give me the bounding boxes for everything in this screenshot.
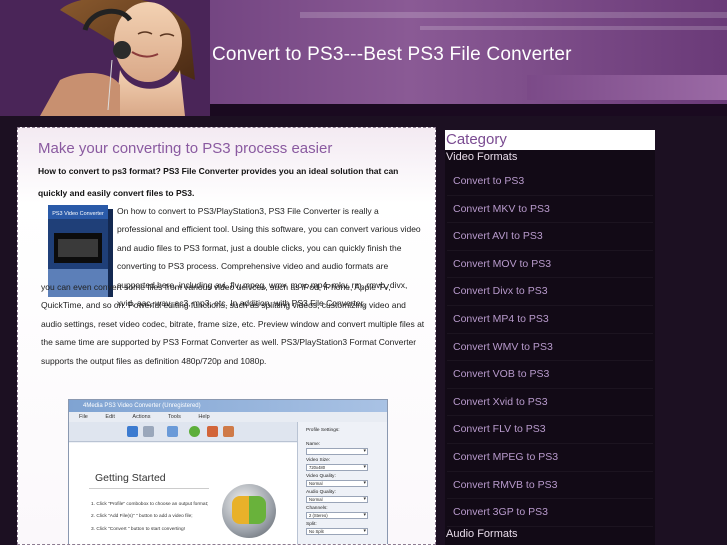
app-screenshot-titlebar: 4Media PS3 Video Converter (Unregistered… [69,400,387,412]
main-content: Make your converting to PS3 process easi… [17,127,436,545]
split-label: Split: [306,522,317,527]
list-item: Convert VOB to PS3 [447,361,653,389]
site-header: Convert to PS3---Best PS3 File Converter [0,0,727,116]
sidebar-link-vob[interactable]: Convert VOB to PS3 [447,361,653,388]
product-box-label: PS3 Video Converter [52,211,104,217]
profile-settings-label: Profile Settings: [306,428,340,433]
list-item: Convert MP4 to PS3 [447,306,653,334]
sidebar-link-rmvb[interactable]: Convert RMVB to PS3 [447,472,653,499]
video-size-label: Video Size: [306,458,331,463]
article-heading: Make your converting to PS3 process easi… [38,140,333,157]
sidebar-link-flv[interactable]: Convert FLV to PS3 [447,416,653,443]
channels-field: 2 (Stereo) [306,512,368,519]
sidebar-link-mp4[interactable]: Convert MP4 to PS3 [447,306,653,333]
split-field: No Split [306,528,368,535]
add-file-icon [127,426,138,437]
sidebar-link-wmv[interactable]: Convert WMV to PS3 [447,334,653,361]
article-intro: How to convert to ps3 format? PS3 File C… [38,166,399,198]
header-woman-photo [0,0,210,116]
converter-logo-icon [222,484,276,538]
audio-quality-field: Normal [306,496,368,503]
pause-icon [223,426,234,437]
video-formats-heading: Video Formats [446,151,518,163]
app-screenshot-menubar: File Edit Actions Tools Help [69,412,387,422]
sidebar-link-avi[interactable]: Convert AVI to PS3 [447,223,653,250]
list-item: Convert WMV to PS3 [447,334,653,362]
list-item: Convert Xvid to PS3 [447,389,653,417]
logo-arrow-right [249,496,266,524]
sidebar-link-mov[interactable]: Convert MOV to PS3 [447,251,653,278]
list-item: Convert to PS3 [447,168,653,196]
getting-started-step: 2. Click "Add File(s)" " button to add a… [91,514,193,519]
app-screenshot-toolbar [69,422,297,442]
getting-started-divider [89,488,209,489]
audio-quality-label: Audio Quality: [306,490,336,495]
name-field [306,448,368,455]
page: Convert to PS3---Best PS3 File Converter… [0,0,727,545]
logo-arrow-left [232,496,249,524]
getting-started-step: 3. Click "Convert " button to start conv… [91,527,186,532]
app-screenshot-canvas: Getting Started 1. Click "Profile" combo… [69,443,297,544]
category-heading: Category [445,130,655,150]
app-menu-item: Actions [132,414,151,420]
audio-formats-heading: Audio Formats [446,528,518,540]
app-menu-item: Edit [105,414,115,420]
getting-started-title: Getting Started [95,472,166,484]
video-quality-field: Normal [306,480,368,487]
list-item: Convert RMVB to PS3 [447,472,653,500]
name-label: Name: [306,442,321,447]
list-item: Convert 3GP to PS3 [447,499,653,527]
sidebar-link-3gp[interactable]: Convert 3GP to PS3 [447,499,653,526]
list-item: Convert MKV to PS3 [447,196,653,224]
category-sidebar: Category Video Formats Convert to PS3 Co… [445,130,655,545]
article-paragraph-bottom: you can even convert some files from var… [41,282,425,366]
app-menu-item: File [79,414,88,420]
video-quality-label: Video Quality: [306,474,336,479]
list-item: Convert MOV to PS3 [447,251,653,279]
header-stripe [420,26,727,30]
stop-icon [207,426,218,437]
sidebar-link-mkv[interactable]: Convert MKV to PS3 [447,196,653,223]
category-link-list: Convert to PS3 Convert MKV to PS3 Conver… [445,168,655,527]
remove-icon [143,426,154,437]
sidebar-link-divx[interactable]: Convert Divx to PS3 [447,278,653,305]
header-blocks [527,75,727,100]
app-screenshot-profile-panel: Profile Settings: Name: Video Size: 720x… [297,422,387,544]
app-screenshot: 4Media PS3 Video Converter (Unregistered… [68,399,388,544]
clip-icon [167,426,178,437]
site-title: Convert to PS3---Best PS3 File Converter [212,44,572,65]
app-menu-item: Help [198,414,210,420]
app-menu-item: Tools [168,414,181,420]
channels-label: Channels: [306,506,328,511]
sidebar-link-convert-to-ps3[interactable]: Convert to PS3 [447,168,653,195]
list-item: Convert MPEG to PS3 [447,444,653,472]
list-item: Convert Divx to PS3 [447,278,653,306]
convert-icon [189,426,200,437]
sidebar-link-xvid[interactable]: Convert Xvid to PS3 [447,389,653,416]
getting-started-step: 1. Click "Profile" combobox to choose an… [91,502,209,507]
video-size-field: 720x480 [306,464,368,471]
sidebar-link-mpeg[interactable]: Convert MPEG to PS3 [447,444,653,471]
list-item: Convert FLV to PS3 [447,416,653,444]
header-stripe [300,12,727,18]
list-item: Convert AVI to PS3 [447,223,653,251]
